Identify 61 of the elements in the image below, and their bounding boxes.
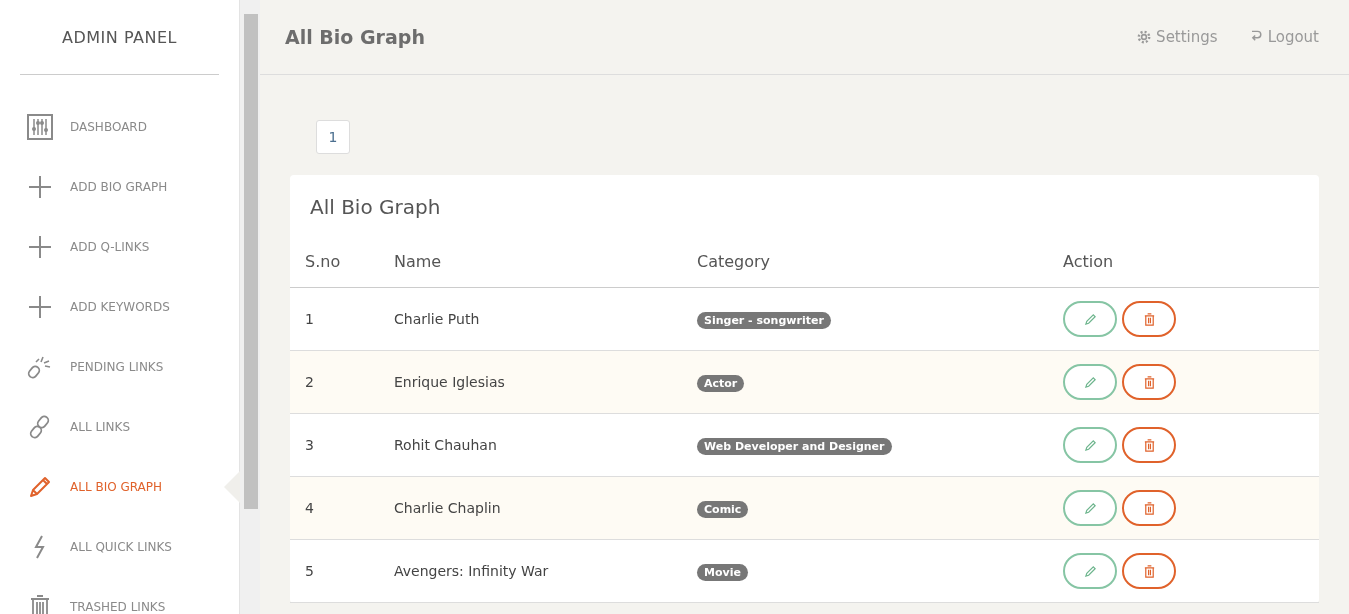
pencil-icon [1083, 312, 1097, 326]
table-cell: Charlie Puth [393, 287, 696, 351]
plus-icon [27, 174, 53, 200]
sidebar-item[interactable]: PENDING LINKS [0, 337, 239, 397]
category-tag: Movie [697, 564, 748, 581]
sidebar-item[interactable]: ADD Q-LINKS [0, 217, 239, 277]
edit-button[interactable] [1063, 553, 1117, 589]
settings-icon [1136, 29, 1153, 45]
plus-icon [27, 294, 53, 320]
category-tag: Web Developer and Designer [697, 438, 892, 455]
column-header: Name [393, 235, 696, 288]
trash-icon [1142, 564, 1156, 578]
scrollbar[interactable] [240, 0, 260, 614]
delete-button[interactable] [1122, 364, 1177, 400]
sidebar-item[interactable]: TRASHED LINKS [0, 577, 239, 614]
table-cell: Enrique Iglesias [393, 350, 696, 414]
trash-icon [1142, 312, 1156, 326]
table-cell: 1 [290, 287, 393, 351]
sidebar-item[interactable]: ALL LINKS [0, 397, 239, 457]
pencil-icon [1083, 501, 1097, 515]
column-header: Category [696, 235, 1062, 288]
edit-button[interactable] [1063, 490, 1117, 526]
logout-link[interactable]: Logout [1247, 28, 1319, 46]
edit-button[interactable] [1063, 364, 1117, 400]
table-cell: Rohit Chauhan [393, 413, 696, 477]
category-tag: Singer - songwriter [697, 312, 831, 329]
edit-button[interactable] [1063, 427, 1117, 463]
settings-link[interactable]: Settings [1136, 28, 1218, 46]
sidebar-title: ADMIN PANEL [61, 27, 178, 46]
sidebar-item[interactable]: ADD KEYWORDS [0, 277, 239, 337]
category-tag: Comic [697, 501, 749, 518]
delete-button[interactable] [1122, 427, 1177, 463]
page-title: All Bio Graph [285, 26, 425, 48]
column-header: Action [1062, 235, 1319, 288]
page-number-button[interactable]: 1 [316, 120, 350, 154]
table-cell: 2 [290, 350, 393, 414]
pencil-icon [1083, 375, 1097, 389]
edit-button[interactable] [1063, 301, 1117, 337]
sidebar-item[interactable]: DASHBOARD [0, 97, 239, 157]
pencil-icon [27, 474, 53, 500]
table-cell: 5 [290, 539, 393, 603]
table-cell: Avengers: Infinity War [393, 539, 696, 603]
table-cell: 3 [290, 413, 393, 477]
delete-button[interactable] [1122, 301, 1177, 337]
trash-icon [1142, 438, 1156, 452]
sidebar-item[interactable]: ADD BIO GRAPH [0, 157, 239, 217]
table-cell: 4 [290, 476, 393, 540]
trash-icon [1142, 375, 1156, 389]
sliders-icon [27, 114, 53, 140]
broken-link-icon [27, 354, 53, 380]
sidebar-item[interactable]: ALL QUICK LINKS [0, 517, 239, 577]
plus-icon [27, 234, 53, 260]
category-tag: Actor [697, 375, 745, 392]
pencil-icon [1083, 438, 1097, 452]
trash-icon [1142, 501, 1156, 515]
table-title: All Bio Graph [309, 194, 442, 221]
pencil-icon [1083, 564, 1097, 578]
delete-button[interactable] [1122, 490, 1177, 526]
column-header: S.no [290, 235, 393, 288]
delete-button[interactable] [1122, 553, 1177, 589]
table-cell: Charlie Chaplin [393, 476, 696, 540]
